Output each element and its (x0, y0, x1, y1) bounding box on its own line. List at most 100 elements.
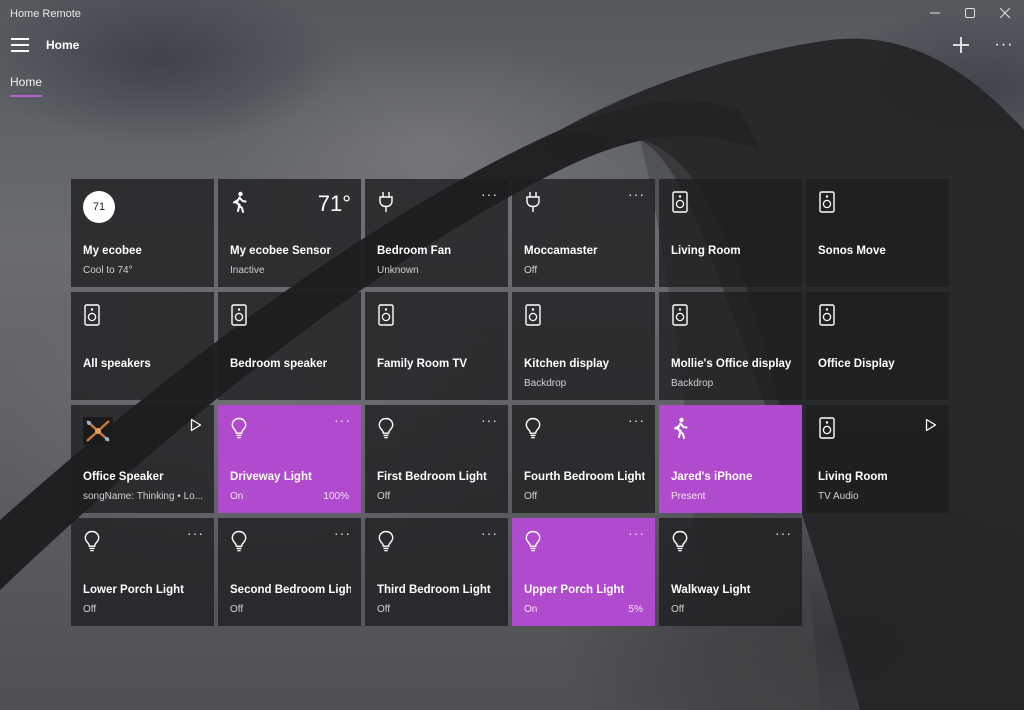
device-tile[interactable]: Office Speaker songName: Thinking • Lo... (71, 405, 214, 513)
maximize-button[interactable] (953, 3, 987, 23)
device-tile[interactable]: All speakers (71, 292, 214, 400)
device-tile[interactable]: Jared's iPhone Present (659, 405, 802, 513)
tile-name: Family Room TV (377, 358, 468, 370)
device-tile[interactable]: Kitchen display Backdrop (512, 292, 655, 400)
bulb-icon (524, 417, 544, 439)
more-icon: ··· (994, 36, 1014, 53)
device-tile[interactable]: ··· Walkway Light Off (659, 518, 802, 626)
device-tile[interactable]: Family Room TV (365, 292, 508, 400)
speaker-icon (83, 304, 103, 326)
tile-name: Second Bedroom Light (230, 584, 351, 596)
tab-selected-indicator (10, 95, 42, 97)
thermostat-badge: 71 (83, 191, 115, 223)
more-options-button[interactable]: ··· (993, 36, 1015, 54)
device-tile[interactable]: ··· Lower Porch Light Off (71, 518, 214, 626)
tile-status: Off (524, 265, 538, 276)
tile-name: Living Room (671, 245, 741, 257)
device-tile[interactable]: ··· Fourth Bedroom Light Off (512, 405, 655, 513)
tile-more-icon[interactable]: ··· (481, 413, 498, 427)
tile-name: Sonos Move (818, 245, 886, 257)
tile-more-icon[interactable]: ··· (481, 187, 498, 201)
speaker-icon (377, 304, 397, 326)
tile-more-icon[interactable]: ··· (334, 413, 351, 427)
device-tile[interactable]: Living Room TV Audio (806, 405, 949, 513)
add-button[interactable] (950, 34, 972, 56)
play-icon[interactable] (190, 418, 202, 432)
tile-name: Mollie's Office display (671, 358, 792, 370)
device-tile[interactable]: ··· Driveway Light On 100% (218, 405, 361, 513)
device-tile[interactable]: ··· Second Bedroom Light Off (218, 518, 361, 626)
device-tile[interactable]: Mollie's Office display Backdrop (659, 292, 802, 400)
close-icon (1000, 8, 1010, 18)
device-tile[interactable]: Bedroom speaker (218, 292, 361, 400)
minimize-button[interactable] (918, 3, 952, 23)
bulb-icon (83, 530, 103, 552)
bulb-icon (524, 530, 544, 552)
brightness-level: 100% (323, 491, 349, 502)
tile-more-icon[interactable]: ··· (334, 526, 351, 540)
app-title: Home Remote (10, 8, 81, 20)
tile-status: Unknown (377, 265, 419, 276)
tile-name: First Bedroom Light (377, 471, 487, 483)
device-tile[interactable]: ··· Upper Porch Light On 5% (512, 518, 655, 626)
device-tile[interactable]: Sonos Move (806, 179, 949, 287)
tile-name: Driveway Light (230, 471, 312, 483)
tile-status: Off (671, 604, 685, 615)
tile-more-icon[interactable]: ··· (481, 526, 498, 540)
menu-icon[interactable] (11, 38, 29, 52)
close-button[interactable] (988, 3, 1022, 23)
bulb-icon (230, 530, 250, 552)
plug-icon (524, 191, 544, 213)
tile-name: Office Speaker (83, 471, 164, 483)
speaker-icon (818, 417, 838, 439)
tile-name: Bedroom Fan (377, 245, 452, 257)
speaker-icon (524, 304, 544, 326)
title-bar: Home Remote (0, 0, 1024, 26)
bulb-icon (377, 417, 397, 439)
tile-status: Off (524, 491, 538, 502)
tile-name: Walkway Light (671, 584, 751, 596)
tile-status: On (524, 604, 538, 615)
tile-status: Backdrop (671, 378, 714, 389)
tile-more-icon[interactable]: ··· (628, 187, 645, 201)
tile-status: Off (83, 604, 97, 615)
tile-name: My ecobee (83, 245, 142, 257)
speaker-icon (230, 304, 250, 326)
tile-status: Cool to 74° (83, 265, 133, 276)
page-title: Home (46, 38, 80, 52)
speaker-icon (671, 304, 691, 326)
tile-name: Moccamaster (524, 245, 598, 257)
tile-status: Off (230, 604, 244, 615)
minimize-icon (930, 12, 940, 14)
tile-more-icon[interactable]: ··· (628, 526, 645, 540)
tile-name: Office Display (818, 358, 895, 370)
device-tile[interactable]: Office Display (806, 292, 949, 400)
tile-more-icon[interactable]: ··· (775, 526, 792, 540)
device-tile[interactable]: ··· Moccamaster Off (512, 179, 655, 287)
tile-status: Off (377, 604, 391, 615)
device-tile[interactable]: Living Room (659, 179, 802, 287)
motion-icon (230, 191, 250, 213)
temperature-readout: 71° (317, 191, 351, 216)
play-icon[interactable] (925, 418, 937, 432)
tile-name: Jared's iPhone (671, 471, 753, 483)
tile-name: All speakers (83, 358, 151, 370)
tile-name: Upper Porch Light (524, 584, 625, 596)
tile-more-icon[interactable]: ··· (628, 413, 645, 427)
tile-name: Bedroom speaker (230, 358, 328, 370)
tile-name: Kitchen display (524, 358, 609, 370)
speaker-icon (818, 191, 838, 213)
bulb-icon (230, 417, 250, 439)
device-tile[interactable]: ··· Third Bedroom Light Off (365, 518, 508, 626)
tile-name: Living Room (818, 471, 888, 483)
tile-more-icon[interactable]: ··· (187, 526, 204, 540)
device-tile[interactable]: ··· Bedroom Fan Unknown (365, 179, 508, 287)
device-tile[interactable]: ··· First Bedroom Light Off (365, 405, 508, 513)
bulb-icon (671, 530, 691, 552)
tile-name: Fourth Bedroom Light (524, 471, 645, 483)
tab-home[interactable]: Home (10, 75, 42, 89)
device-tile[interactable]: 71 My ecobee Cool to 74° (71, 179, 214, 287)
device-tile[interactable]: 71° My ecobee Sensor Inactive (218, 179, 361, 287)
tile-name: Third Bedroom Light (377, 584, 491, 596)
tile-status: Present (671, 491, 706, 502)
